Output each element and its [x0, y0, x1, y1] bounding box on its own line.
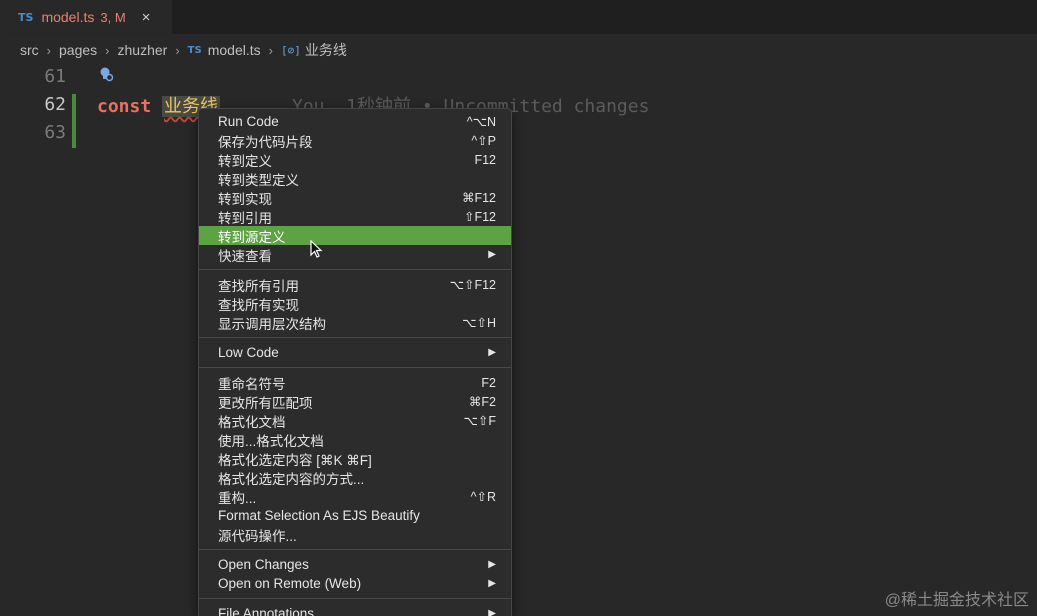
tab-bar: TS model.ts 3, M ×: [0, 0, 1037, 34]
menu-item-label: 转到类型定义: [218, 172, 299, 188]
menu-item[interactable]: 保存为代码片段 ^⇧P: [199, 131, 511, 150]
menu-item[interactable]: 格式化文档 ⌥⇧F: [199, 411, 511, 430]
menu-item-shortcut: ⇧F12: [463, 210, 496, 224]
menu-item-shortcut: ⌥⇧H: [462, 316, 496, 330]
menu-item-label: 格式化选定内容 [⌘K ⌘F]: [218, 452, 372, 468]
breadcrumb-item-zhuzher[interactable]: zhuzher: [118, 42, 168, 58]
menu-item[interactable]: 快速查看 ▶: [199, 245, 511, 264]
menu-item-shortcut: ⌥⇧F: [463, 414, 496, 428]
menu-item-shortcut: ^⌥N: [466, 115, 496, 129]
menu-item-label: 转到定义: [218, 153, 272, 169]
menu-item-label: Open on Remote (Web): [218, 576, 362, 591]
code-editor[interactable]: 61 62 63 const 业务线 You, 1秒钟前 • Uncommitt…: [0, 66, 1037, 616]
close-icon[interactable]: ×: [142, 9, 151, 26]
tab-model-ts[interactable]: TS model.ts 3, M ×: [0, 0, 172, 34]
breadcrumb-item-symbol[interactable]: 业务线: [305, 40, 347, 60]
submenu-arrow-icon: ▶: [488, 559, 496, 570]
menu-item[interactable]: 源代码操作...: [199, 525, 511, 544]
submenu-arrow-icon: ▶: [488, 608, 496, 616]
menu-item-shortcut: ⌘F12: [461, 191, 496, 205]
menu-item-label: 查找所有实现: [218, 297, 299, 313]
menu-item-shortcut: ^⇧P: [471, 134, 496, 148]
menu-item-label: 查找所有引用: [218, 278, 299, 294]
menu-item-label: 显示调用层次结构: [218, 316, 326, 332]
menu-item-shortcut: ^⇧R: [470, 490, 496, 504]
breadcrumb-item-pages[interactable]: pages: [59, 42, 97, 58]
line-number: 63: [44, 122, 66, 143]
menu-item[interactable]: 查找所有实现: [199, 294, 511, 313]
menu-item-label: 转到实现: [218, 191, 272, 207]
chevron-right-icon: ›: [46, 42, 52, 58]
menu-item[interactable]: 转到源定义: [199, 226, 511, 245]
menu-item[interactable]: 转到定义 F12: [199, 150, 511, 169]
breadcrumb-item-src[interactable]: src: [20, 42, 39, 58]
menu-item[interactable]: 重构... ^⇧R: [199, 487, 511, 506]
tab-label: model.ts: [41, 9, 95, 25]
menu-item[interactable]: 转到引用 ⇧F12: [199, 207, 511, 226]
menu-item[interactable]: 查找所有引用 ⌥⇧F12: [199, 275, 511, 294]
git-added-gutter-indicator: [72, 94, 76, 148]
menu-item-label: 转到引用: [218, 210, 272, 226]
menu-item-label: File Annotations: [218, 606, 315, 616]
menu-item[interactable]: 格式化选定内容的方式...: [199, 468, 511, 487]
menu-item-label: 更改所有匹配项: [218, 395, 313, 411]
menu-item[interactable]: 使用...格式化文档: [199, 430, 511, 449]
breadcrumb: src › pages › zhuzher › TS model.ts › [⊘…: [0, 34, 1037, 66]
menu-item-label: 转到源定义: [218, 229, 286, 245]
menu-item-shortcut: ⌥⇧F12: [449, 278, 496, 292]
menu-item-label: Low Code: [218, 345, 279, 360]
line-number: 61: [44, 66, 66, 87]
menu-item-label: 格式化选定内容的方式...: [218, 471, 365, 487]
chevron-right-icon: ›: [175, 42, 180, 58]
menu-item[interactable]: Run Code ^⌥N: [199, 112, 511, 131]
context-menu: Run Code ^⌥N 保存为代码片段 ^⇧P 转到定义 F12 转到类型定义 转到实现 ⌘F…: [198, 108, 512, 616]
menu-item-label: 使用...格式化文档: [218, 433, 324, 449]
menu-separator: [199, 269, 511, 270]
watermark: @稀土掘金技术社区: [884, 592, 1029, 609]
menu-item-shortcut: F2: [481, 375, 496, 390]
chevron-right-icon: ›: [268, 42, 273, 58]
menu-item-label: Format Selection As EJS Beautify: [218, 508, 420, 523]
menu-item[interactable]: Open on Remote (Web) ▶: [199, 574, 511, 593]
menu-item-label: Run Code: [218, 114, 279, 129]
menu-separator: [199, 337, 511, 338]
menu-item-label: 源代码操作...: [218, 528, 297, 544]
line-number: 62: [44, 94, 66, 115]
menu-item[interactable]: Low Code ▶: [199, 343, 511, 362]
breadcrumb-item-file[interactable]: model.ts: [208, 42, 261, 58]
submenu-arrow-icon: ▶: [488, 347, 496, 358]
menu-item-label: 格式化文档: [218, 414, 286, 430]
menu-item[interactable]: File Annotations ▶: [199, 604, 511, 616]
chevron-right-icon: ›: [105, 42, 110, 58]
typescript-file-icon: TS: [187, 44, 202, 56]
menu-item[interactable]: 更改所有匹配项 ⌘F2: [199, 392, 511, 411]
submenu-arrow-icon: ▶: [488, 578, 496, 589]
typescript-file-icon: TS: [18, 10, 34, 24]
menu-item-label: 重构...: [218, 490, 257, 506]
menu-item-shortcut: F12: [474, 152, 496, 167]
menu-item-label: 快速查看: [218, 248, 272, 264]
menu-item-label: 保存为代码片段: [218, 134, 313, 150]
menu-item-label: Open Changes: [218, 557, 309, 572]
menu-item[interactable]: 转到实现 ⌘F12: [199, 188, 511, 207]
menu-separator: [199, 367, 511, 368]
tab-status: 3, M: [100, 9, 126, 25]
menu-separator: [199, 549, 511, 550]
menu-item-label: 重命名符号: [218, 376, 286, 392]
submenu-arrow-icon: ▶: [488, 249, 496, 260]
menu-item[interactable]: Format Selection As EJS Beautify: [199, 506, 511, 525]
menu-item[interactable]: 重命名符号 F2: [199, 373, 511, 392]
lightbulb-icon[interactable]: [99, 66, 114, 85]
code-keyword: const: [97, 96, 152, 117]
menu-item[interactable]: 转到类型定义: [199, 169, 511, 188]
menu-item[interactable]: Open Changes ▶: [199, 555, 511, 574]
menu-separator: [199, 598, 511, 599]
menu-item-shortcut: ⌘F2: [468, 395, 496, 409]
variable-symbol-icon: [⊘]: [280, 43, 301, 57]
menu-item[interactable]: 格式化选定内容 [⌘K ⌘F]: [199, 449, 511, 468]
menu-item[interactable]: 显示调用层次结构 ⌥⇧H: [199, 313, 511, 332]
